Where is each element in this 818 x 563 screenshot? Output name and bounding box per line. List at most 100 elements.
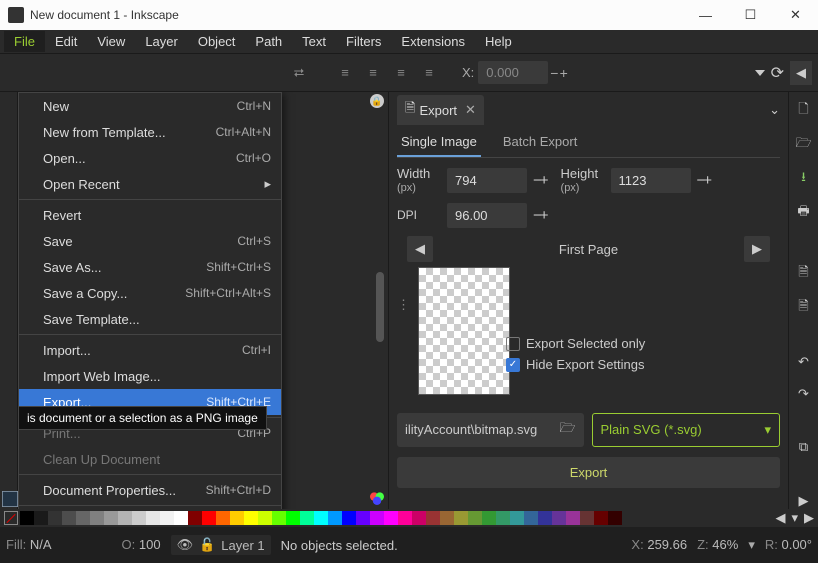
close-button[interactable]: ✕ xyxy=(773,0,818,30)
flip-icon[interactable]: ⮂ xyxy=(286,60,312,86)
file-menu-import-web-image-[interactable]: Import Web Image... xyxy=(19,363,281,389)
color-swatch[interactable] xyxy=(398,511,412,525)
color-swatch[interactable] xyxy=(48,511,62,525)
display-mode-icon[interactable] xyxy=(2,491,18,507)
file-menu-save-as-[interactable]: Save As...Shift+Ctrl+S xyxy=(19,254,281,280)
open-doc-icon[interactable]: 🗁 xyxy=(795,136,813,154)
color-swatch[interactable] xyxy=(454,511,468,525)
align-right-icon[interactable]: ≡ xyxy=(388,60,414,86)
close-panel-icon[interactable]: ✕ xyxy=(465,102,476,118)
file-menu-save-a-copy-[interactable]: Save a Copy...Shift+Ctrl+Alt+S xyxy=(19,280,281,306)
color-swatch[interactable] xyxy=(62,511,76,525)
color-swatch[interactable] xyxy=(104,511,118,525)
export-panel-tab[interactable]: 🗎 Export ✕ xyxy=(397,95,484,125)
tab-batch-export[interactable]: Batch Export xyxy=(499,128,581,157)
menu-layer[interactable]: Layer xyxy=(135,31,188,52)
palette-nav-icon[interactable]: ◀ xyxy=(775,510,785,526)
preview-drag-icon[interactable]: ⋮ xyxy=(397,297,410,395)
next-page-button[interactable]: ▶ xyxy=(744,236,770,262)
color-swatch[interactable] xyxy=(20,511,34,525)
color-swatch[interactable] xyxy=(174,511,188,525)
lock-icon[interactable]: 🔓 xyxy=(199,537,215,553)
hide-export-settings-check[interactable]: ✓ Hide Export Settings xyxy=(506,357,645,372)
color-swatch[interactable] xyxy=(34,511,48,525)
color-swatch[interactable] xyxy=(160,511,174,525)
color-swatch[interactable] xyxy=(370,511,384,525)
file-menu-open-recent[interactable]: Open Recent▸ xyxy=(19,171,281,197)
color-swatch[interactable] xyxy=(314,511,328,525)
file-menu-document-properties-[interactable]: Document Properties...Shift+Ctrl+D xyxy=(19,477,281,503)
no-fill-swatch[interactable] xyxy=(4,511,18,525)
zoom-dropdown-icon[interactable]: ▾ xyxy=(748,537,755,553)
color-swatch[interactable] xyxy=(608,511,622,525)
color-swatch[interactable] xyxy=(510,511,524,525)
menu-extensions[interactable]: Extensions xyxy=(391,31,475,52)
color-swatch[interactable] xyxy=(384,511,398,525)
file-menu-revert[interactable]: Revert xyxy=(19,202,281,228)
height-input[interactable] xyxy=(611,168,691,193)
refresh-icon[interactable]: ⟳ xyxy=(771,63,784,83)
color-swatch[interactable] xyxy=(594,511,608,525)
color-swatch[interactable] xyxy=(482,511,496,525)
panel-collapse-icon[interactable]: ◀ xyxy=(790,61,812,85)
color-swatch[interactable] xyxy=(244,511,258,525)
color-swatch[interactable] xyxy=(538,511,552,525)
menu-filters[interactable]: Filters xyxy=(336,31,391,52)
dpi-input[interactable] xyxy=(447,203,527,228)
file-menu-import-[interactable]: Import...Ctrl+I xyxy=(19,337,281,363)
color-swatch[interactable] xyxy=(300,511,314,525)
color-swatch[interactable] xyxy=(342,511,356,525)
folder-icon[interactable]: 🗁 xyxy=(559,419,575,441)
color-swatch[interactable] xyxy=(118,511,132,525)
color-swatch[interactable] xyxy=(258,511,272,525)
align-left-icon[interactable]: ≡ xyxy=(332,60,358,86)
file-menu-open-[interactable]: Open...Ctrl+O xyxy=(19,145,281,171)
color-swatch[interactable] xyxy=(230,511,244,525)
color-swatch[interactable] xyxy=(90,511,104,525)
expand-icon[interactable]: ▶ xyxy=(795,493,813,509)
color-swatch[interactable] xyxy=(216,511,230,525)
palette-nav-icon[interactable]: ▾ xyxy=(791,510,798,526)
units-dropdown[interactable] xyxy=(755,70,765,76)
align-justify-icon[interactable]: ≡ xyxy=(416,60,442,86)
redo-icon[interactable]: ↷ xyxy=(795,386,813,402)
vertical-scrollbar[interactable] xyxy=(376,272,384,342)
copy-icon[interactable]: ⧉ xyxy=(795,439,813,455)
file-menu-new-from-template-[interactable]: New from Template...Ctrl+Alt+N xyxy=(19,119,281,145)
import-icon[interactable]: 🗎 xyxy=(795,265,813,283)
dpi-stepper[interactable]: −+ xyxy=(533,207,547,224)
file-menu-save-template-[interactable]: Save Template... xyxy=(19,306,281,332)
color-swatch[interactable] xyxy=(328,511,342,525)
color-swatch[interactable] xyxy=(468,511,482,525)
color-swatch[interactable] xyxy=(356,511,370,525)
ruler-lock-icon[interactable]: 🔒 xyxy=(370,94,384,108)
width-input[interactable] xyxy=(447,168,527,193)
menu-help[interactable]: Help xyxy=(475,31,522,52)
layer-indicator[interactable]: 👁 🔓 Layer 1 xyxy=(171,535,271,555)
align-center-icon[interactable]: ≡ xyxy=(360,60,386,86)
color-swatch[interactable] xyxy=(496,511,510,525)
x-coordinate-input[interactable]: 0.000 xyxy=(478,61,548,84)
menu-text[interactable]: Text xyxy=(292,31,336,52)
color-swatch[interactable] xyxy=(440,511,454,525)
prev-page-button[interactable]: ◀ xyxy=(407,236,433,262)
save-icon[interactable]: ⭳ xyxy=(795,170,813,188)
new-doc-icon[interactable]: 🗋 xyxy=(795,102,813,120)
menu-path[interactable]: Path xyxy=(245,31,292,52)
color-swatch[interactable] xyxy=(272,511,286,525)
color-swatch[interactable] xyxy=(188,511,202,525)
color-swatch[interactable] xyxy=(426,511,440,525)
color-swatch[interactable] xyxy=(286,511,300,525)
export-path-field[interactable]: ilityAccount\bitmap.svg 🗁 xyxy=(397,413,584,447)
color-wheel-icon[interactable] xyxy=(370,491,384,505)
menu-view[interactable]: View xyxy=(87,31,135,52)
menu-file[interactable]: File xyxy=(4,31,45,52)
maximize-button[interactable]: ☐ xyxy=(728,0,773,30)
color-swatch[interactable] xyxy=(146,511,160,525)
color-swatch[interactable] xyxy=(552,511,566,525)
color-swatch[interactable] xyxy=(580,511,594,525)
menu-edit[interactable]: Edit xyxy=(45,31,87,52)
panel-menu-chevron-icon[interactable]: ⌄ xyxy=(769,102,780,118)
export-button[interactable]: Export xyxy=(397,457,780,488)
color-swatch[interactable] xyxy=(524,511,538,525)
